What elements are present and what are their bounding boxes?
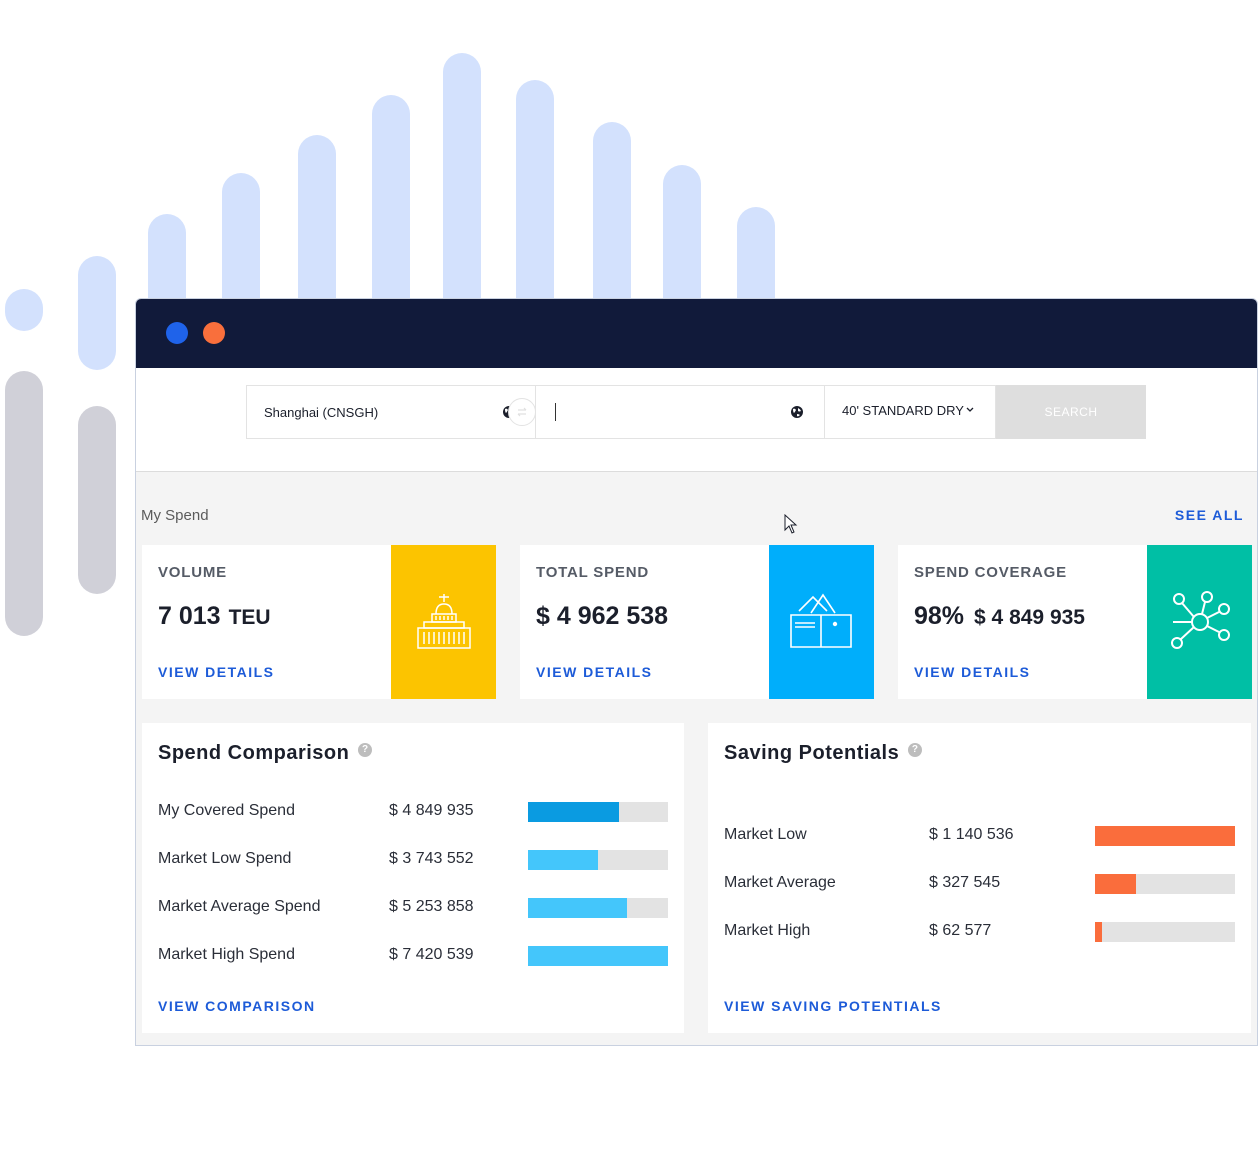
spend-coverage-card: SPEND COVERAGE 98% $ 4 849 935 VIEW DETAI… — [898, 545, 1252, 699]
total-spend-card: TOTAL SPEND $ 4 962 538 VIEW DETAILS — [520, 545, 874, 699]
pill-blue — [443, 53, 481, 333]
view-details-link[interactable]: VIEW DETAILS — [158, 664, 275, 680]
saving-row: Market Low $ 1 140 536 — [724, 826, 1235, 848]
volume-unit: TEU — [228, 606, 271, 629]
coverage-percent: 98% — [914, 602, 965, 630]
origin-value: Shanghai (CNSGH) — [264, 405, 379, 420]
app-window: Shanghai (CNSGH) 40' STANDARD DRY SEARCH… — [135, 298, 1258, 1046]
volume-number: 7 013 — [158, 602, 221, 630]
building-icon — [416, 594, 471, 649]
pill-blue — [516, 80, 554, 335]
bar-fill — [528, 898, 628, 918]
saving-row: Market High $ 62 577 — [724, 922, 1235, 944]
bar-track — [528, 898, 668, 918]
row-value: $ 62 577 — [929, 922, 992, 939]
bar-track — [1095, 874, 1235, 894]
volume-value: 7 013 TEU — [158, 602, 271, 631]
bar-track — [528, 802, 668, 822]
panel-title: Saving Potentials? — [724, 742, 923, 765]
pill-gray — [78, 406, 116, 594]
bar-track — [1095, 922, 1235, 942]
coverage-value: 98% $ 4 849 935 — [914, 602, 1085, 631]
network-icon — [1170, 591, 1230, 649]
row-value: $ 4 849 935 — [389, 802, 474, 819]
row-value: $ 327 545 — [929, 874, 1001, 891]
view-details-link[interactable]: VIEW DETAILS — [914, 664, 1031, 680]
bar-fill — [1095, 922, 1102, 942]
container-type-value: 40' STANDARD DRY — [842, 403, 964, 418]
spend-comparison-title: Spend Comparison — [158, 742, 350, 764]
window-dot-blue[interactable] — [166, 322, 188, 344]
bar-track — [528, 946, 668, 966]
window-titlebar — [136, 299, 1257, 368]
coverage-amount: $ 4 849 935 — [974, 606, 1085, 629]
row-label: Market Average Spend — [158, 898, 321, 915]
bar-fill — [1095, 826, 1235, 846]
container-type-select[interactable]: 40' STANDARD DRY — [824, 385, 996, 439]
saving-row: Market Average $ 327 545 — [724, 874, 1235, 896]
help-icon[interactable]: ? — [908, 743, 923, 757]
origin-field[interactable]: Shanghai (CNSGH) — [246, 385, 536, 439]
row-label: Market High — [724, 922, 811, 939]
wallet-icon — [789, 593, 852, 648]
view-saving-potentials-link[interactable]: VIEW SAVING POTENTIALS — [724, 998, 942, 1014]
help-icon[interactable]: ? — [358, 743, 373, 757]
mouse-pointer-icon — [784, 514, 798, 534]
bar-fill — [1095, 874, 1136, 894]
row-label: Market Low — [724, 826, 807, 843]
window-dot-orange[interactable] — [203, 322, 225, 344]
row-label: Market High Spend — [158, 946, 295, 963]
see-all-link[interactable]: SEE ALL — [1175, 507, 1244, 523]
saving-potentials-title: Saving Potentials — [724, 742, 900, 764]
card-label: SPEND COVERAGE — [914, 564, 1067, 581]
text-caret — [555, 403, 556, 421]
chevron-down-icon — [966, 407, 974, 412]
pill-gray — [5, 371, 43, 636]
bar-track — [528, 850, 668, 870]
globe-icon — [791, 406, 803, 418]
spend-comparison-panel: Spend Comparison? My Covered Spend $ 4 8… — [142, 723, 684, 1033]
volume-icon-tile — [391, 545, 496, 699]
coverage-icon-tile — [1147, 545, 1252, 699]
swap-button[interactable] — [508, 398, 536, 426]
view-details-link[interactable]: VIEW DETAILS — [536, 664, 653, 680]
comparison-row: Market Low Spend $ 3 743 552 — [158, 850, 668, 872]
spend-icon-tile — [769, 545, 874, 699]
card-label: VOLUME — [158, 564, 227, 581]
search-bar: Shanghai (CNSGH) 40' STANDARD DRY SEARCH — [136, 368, 1257, 534]
bar-fill — [528, 850, 598, 870]
destination-field[interactable] — [535, 385, 825, 439]
row-label: Market Low Spend — [158, 850, 292, 867]
row-value: $ 1 140 536 — [929, 826, 1014, 843]
total-spend-value: $ 4 962 538 — [536, 602, 669, 630]
comparison-row: Market High Spend $ 7 420 539 — [158, 946, 668, 968]
comparison-row: Market Average Spend $ 5 253 858 — [158, 898, 668, 920]
pill-blue — [5, 289, 43, 331]
search-button[interactable]: SEARCH — [996, 385, 1146, 439]
view-comparison-link[interactable]: VIEW COMPARISON — [158, 998, 316, 1014]
panel-title: Spend Comparison? — [158, 742, 373, 765]
bar-fill — [528, 946, 668, 966]
row-value: $ 7 420 539 — [389, 946, 474, 963]
saving-potentials-panel: Saving Potentials? Market Low $ 1 140 53… — [708, 723, 1251, 1033]
row-label: Market Average — [724, 874, 836, 891]
row-value: $ 3 743 552 — [389, 850, 474, 867]
bar-fill — [528, 802, 619, 822]
bar-track — [1095, 826, 1235, 846]
comparison-row: My Covered Spend $ 4 849 935 — [158, 802, 668, 824]
my-spend-title: My Spend — [141, 507, 209, 524]
volume-card: VOLUME 7 013 TEU VIEW DETAILS — [142, 545, 496, 699]
row-value: $ 5 253 858 — [389, 898, 474, 915]
card-label: TOTAL SPEND — [536, 564, 649, 581]
pill-blue — [78, 256, 116, 370]
row-label: My Covered Spend — [158, 802, 295, 819]
swap-icon — [517, 407, 527, 417]
